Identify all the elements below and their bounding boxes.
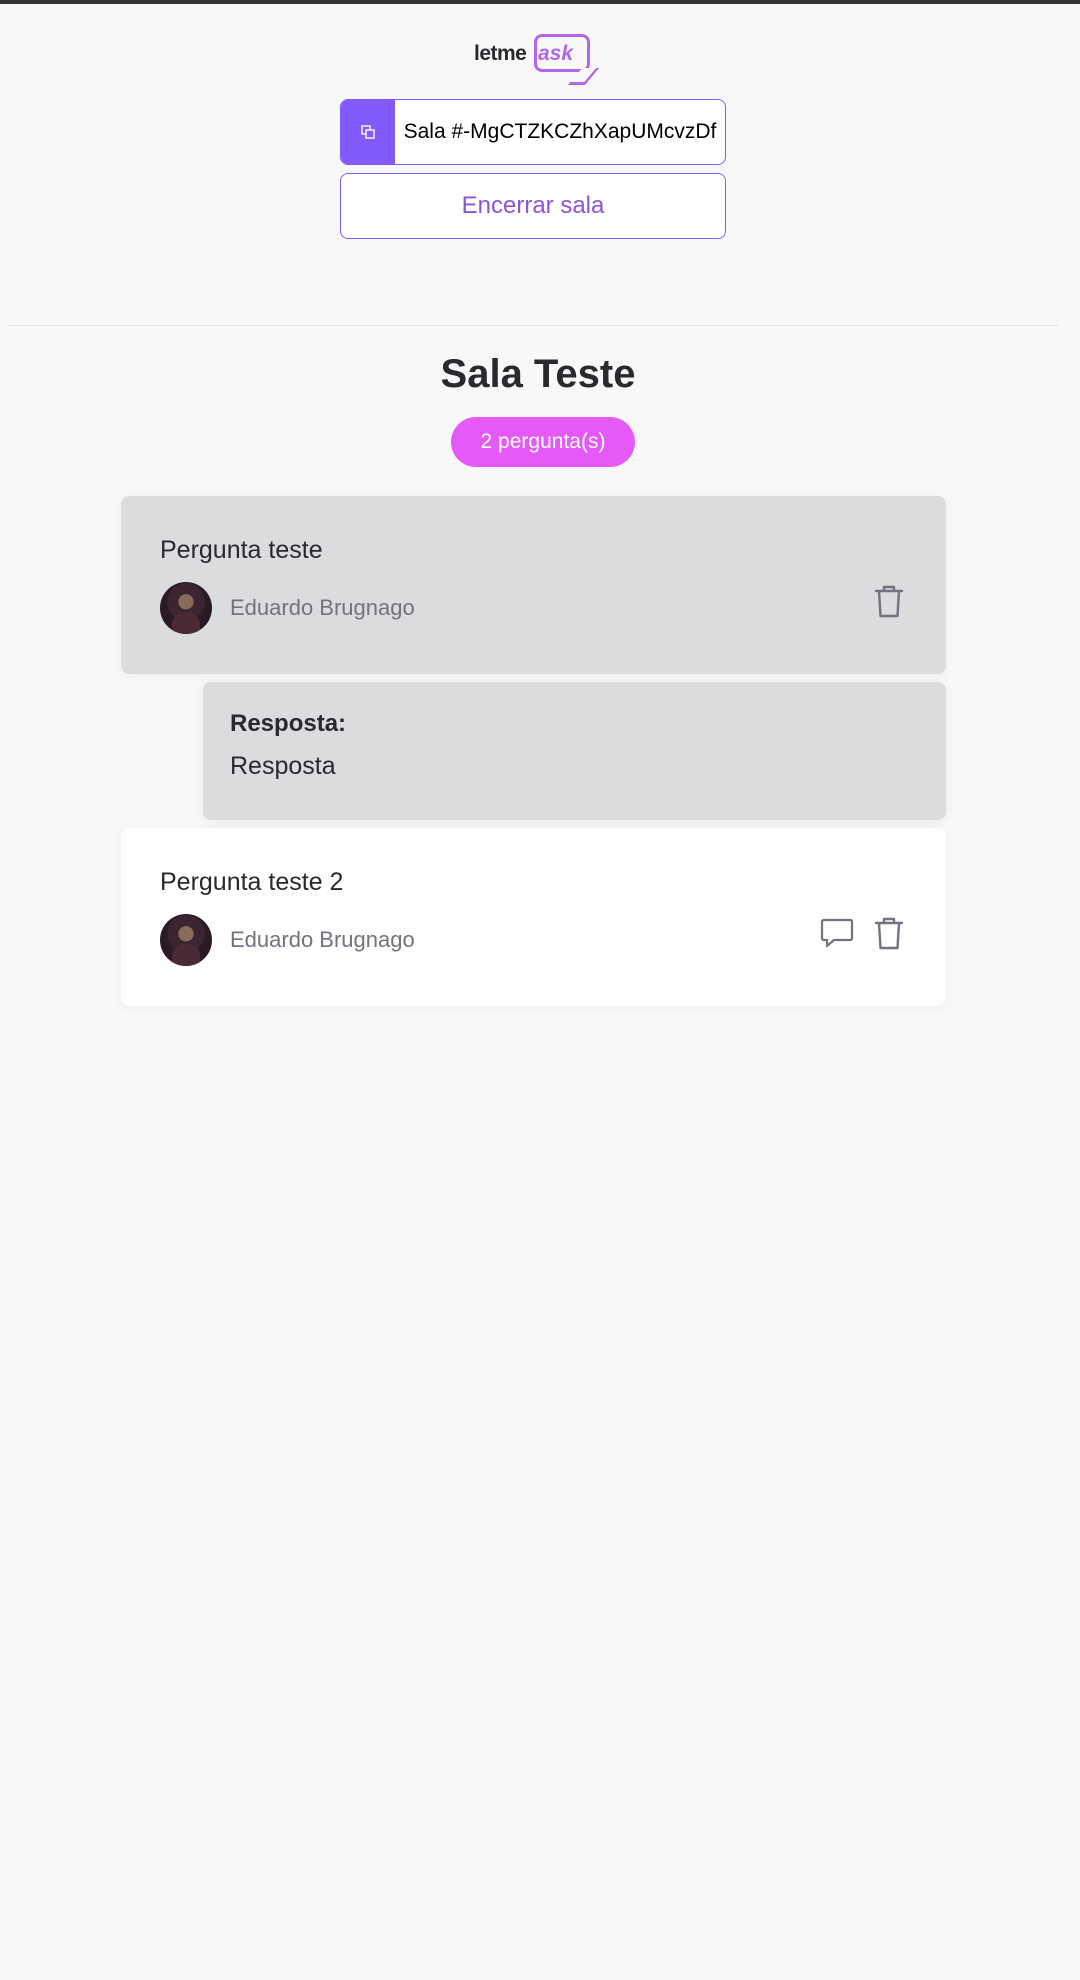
avatar xyxy=(160,914,212,966)
answer-card: Resposta: Resposta xyxy=(203,682,946,820)
question-text: Pergunta teste 2 xyxy=(160,868,344,896)
question-card: Pergunta teste 2 Eduardo Brugnago xyxy=(121,828,946,1006)
page-title: Sala Teste xyxy=(440,352,636,396)
avatar xyxy=(160,582,212,634)
question-card: Pergunta teste Eduardo Brugnago xyxy=(121,496,946,674)
author-name: Eduardo Brugnago xyxy=(230,595,415,620)
question-author: Eduardo Brugnago xyxy=(160,914,415,966)
author-name: Eduardo Brugnago xyxy=(230,927,415,952)
room-code-button[interactable]: Sala #-MgCTZKCZhXapUMcvzDf xyxy=(340,99,726,165)
letmeask-logo: letme ask xyxy=(474,30,594,88)
logo-text-ask: ask xyxy=(538,42,574,65)
answer-text: Resposta xyxy=(230,752,336,780)
trash-icon[interactable] xyxy=(872,914,906,952)
question-author: Eduardo Brugnago xyxy=(160,582,415,634)
room-code-text: Sala #-MgCTZKCZhXapUMcvzDf xyxy=(403,120,717,143)
header-divider xyxy=(8,325,1058,326)
top-bar xyxy=(0,0,1080,4)
close-room-label: Encerrar sala xyxy=(461,192,605,219)
question-actions xyxy=(872,582,906,620)
question-actions xyxy=(820,914,906,952)
close-room-button[interactable]: Encerrar sala xyxy=(340,173,726,239)
logo-text-letme: letme xyxy=(474,42,527,65)
copy-icon[interactable] xyxy=(341,100,395,164)
question-text: Pergunta teste xyxy=(160,536,323,564)
trash-icon[interactable] xyxy=(872,582,906,620)
chat-icon[interactable] xyxy=(820,914,854,952)
answer-label: Resposta: xyxy=(230,710,347,737)
question-count-badge: 2 pergunta(s) xyxy=(451,417,635,467)
